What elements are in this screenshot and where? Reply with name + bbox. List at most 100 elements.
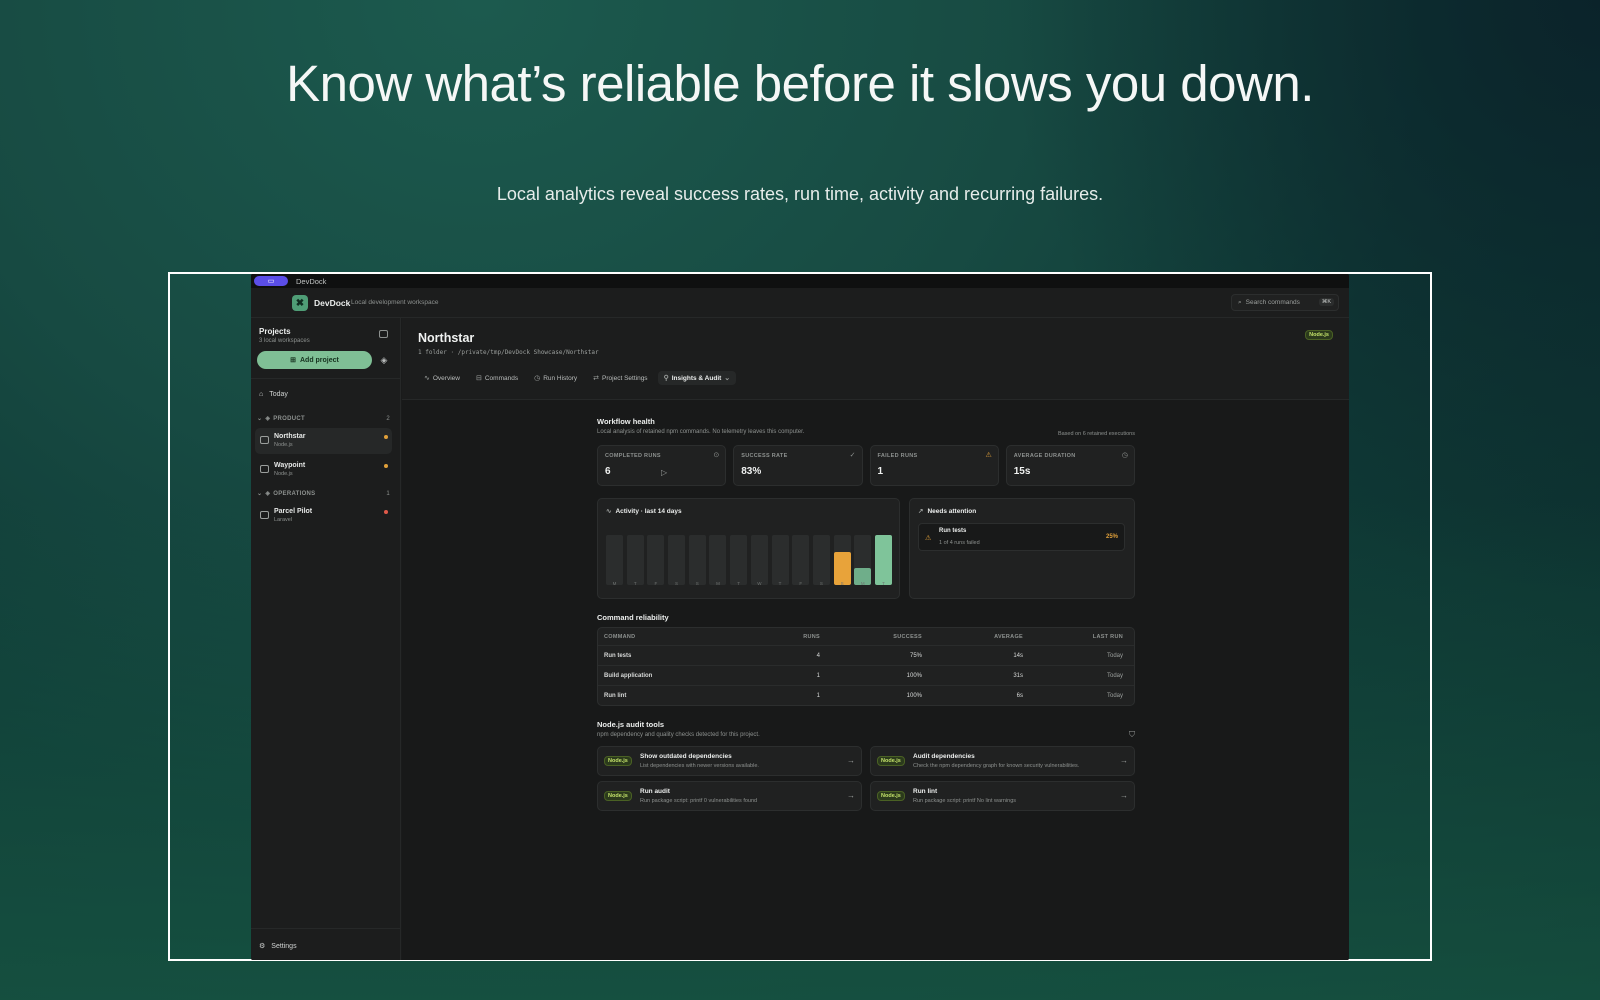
warning-icon: ⚠ (925, 535, 932, 542)
sidebar-item-parcel-pilot[interactable]: Parcel Pilot Laravel (255, 503, 392, 529)
cell-success: 100% (906, 672, 922, 679)
sidebar-item-today[interactable]: ⌂ Today (259, 391, 288, 398)
audit-tools-subtitle: npm dependency and quality checks detect… (597, 732, 760, 738)
tool-name: Run lint (913, 788, 938, 795)
folder-icon (260, 465, 269, 473)
sidebar-item-northstar[interactable]: Northstar Node.js (255, 428, 392, 454)
day-tick-label: S (819, 581, 823, 586)
activity-bar-track (606, 535, 623, 585)
cell-average: 14s (1013, 652, 1023, 659)
activity-bar[interactable] (875, 535, 892, 585)
tab-label: Project Settings (602, 374, 648, 382)
play-circle-icon: ⊙ (713, 452, 720, 459)
search-icon: ⌕ (1238, 298, 1242, 306)
stat-completed-runs: COMPLETED RUNS 6 ⊙ ▷ (597, 445, 727, 486)
cell-runs: 1 (816, 672, 820, 679)
activity-bar-track (771, 535, 789, 585)
tab-label: Commands (484, 374, 519, 382)
tool-name: Run audit (640, 788, 670, 795)
day-tick-label: S (675, 581, 679, 586)
day-tick-label: W (757, 581, 762, 586)
attention-item[interactable]: ⚠ Run tests 1 of 4 runs failed 25% (918, 523, 1125, 551)
main-panel: Northstar 1 folder · /private/tmp/DevDoc… (402, 318, 1349, 960)
runtime-badge: Node.js (877, 756, 905, 766)
project-type: Laravel (274, 517, 293, 523)
activity-bar-track (812, 535, 830, 585)
sidebar-divider (251, 928, 400, 929)
search-input[interactable]: ⌕ Search commands ⌘K (1231, 294, 1339, 311)
brand-name: DevDock (314, 298, 351, 308)
tab-project-settings[interactable]: ⇄ Project Settings (587, 371, 653, 385)
table-row[interactable]: Run lint 1 100% 6s Today (598, 685, 1134, 705)
sidebar-collapse-icon[interactable] (379, 330, 388, 338)
attention-item-pct: 25% (1105, 534, 1118, 540)
col-average: AVERAGE (994, 633, 1023, 640)
app-header: ✖ DevDock Local development workspace ⌕ … (251, 288, 1349, 318)
sidebar-group-product[interactable]: ⌄ ◈ PRODUCT 2 (257, 415, 390, 423)
attention-title: Needs attention (927, 507, 977, 515)
audit-tool-outdated[interactable]: Node.js Show outdated dependencies List … (597, 746, 862, 776)
day-tick-label: M (860, 581, 865, 586)
chevron-down-icon: ⌄ (257, 416, 263, 422)
audit-tool-audit-dependencies[interactable]: Node.js Audit dependencies Check the npm… (870, 746, 1135, 776)
clock-icon: ◷ (1121, 452, 1128, 459)
devdock-logo-icon: ✖ (292, 295, 308, 311)
day-tick-label: T (882, 581, 885, 586)
tab-overview[interactable]: ∿ Overview (418, 371, 466, 385)
day-tick-label: S (695, 581, 699, 586)
group-count: 2 (386, 415, 390, 422)
cell-runs: 4 (816, 652, 820, 659)
activity-panel: ∿ Activity · last 14 days M T F S S M T W T F S S M T (597, 498, 900, 599)
cell-last-run: Today (1106, 652, 1123, 659)
cell-command: Build application (604, 672, 653, 679)
tool-name: Audit dependencies (913, 753, 975, 760)
project-name: Northstar (274, 433, 306, 440)
activity-title-row: ∿ Activity · last 14 days (606, 507, 682, 516)
folder-icon (260, 436, 269, 444)
status-dot (384, 464, 388, 468)
search-placeholder: Search commands (1245, 299, 1300, 306)
sidebar-group-operations[interactable]: ⌄ ◈ OPERATIONS 1 (257, 490, 390, 498)
tool-desc: Run package script: printf No lint warni… (913, 798, 1017, 804)
sidebar-item-settings[interactable]: ⚙ Settings (259, 942, 297, 951)
activity-bar-track (792, 535, 810, 585)
group-label: OPERATIONS (273, 490, 316, 497)
col-runs: RUNS (803, 633, 820, 640)
cell-success: 100% (906, 692, 922, 699)
folder-plus-icon: ⊞ (290, 357, 296, 364)
table-row[interactable]: Build application 1 100% 31s Today (598, 665, 1134, 685)
sidebar-item-waypoint[interactable]: Waypoint Node.js (255, 457, 392, 483)
cell-last-run: Today (1106, 692, 1123, 699)
window-titlebar: ▭ DevDock (251, 274, 1349, 288)
activity-bar-track (668, 535, 686, 585)
shield-icon: ⛉ (1129, 730, 1135, 739)
settings-label: Settings (271, 942, 297, 950)
tab-run-history[interactable]: ◷ Run History (528, 371, 583, 385)
day-tick-label: T (778, 581, 782, 586)
tab-commands[interactable]: ⊟ Commands (470, 371, 524, 385)
group-label: PRODUCT (273, 415, 306, 422)
projects-heading: Projects (259, 327, 291, 336)
tab-bar: ∿ Overview ⊟ Commands ◷ Run History ⇄ Pr… (418, 371, 737, 385)
tab-insights-audit[interactable]: ⚲ Insights & Audit ⌄ (657, 371, 737, 385)
projects-count: 3 local workspaces (259, 338, 310, 344)
sidebar: Projects 3 local workspaces ⊞ Add projec… (251, 318, 401, 960)
activity-bar-track (730, 535, 748, 585)
add-project-button[interactable]: ⊞ Add project (257, 351, 372, 369)
activity-bar-track (750, 535, 768, 585)
project-header: Northstar 1 folder · /private/tmp/DevDoc… (402, 318, 1349, 400)
layers-icon[interactable]: ◈ (376, 353, 392, 368)
sliders-icon: ⇄ (593, 375, 600, 382)
audit-tool-run-lint[interactable]: Node.js Run lint Run package script: pri… (870, 781, 1135, 811)
activity-bar-track (647, 535, 665, 585)
brand-subtitle: Local development workspace (351, 299, 439, 306)
cell-average: 31s (1013, 672, 1023, 679)
table-row[interactable]: Run tests 4 75% 14s Today (598, 645, 1134, 665)
cell-success: 75% (909, 652, 922, 659)
window-icon[interactable]: ▭ (254, 276, 288, 286)
cell-command: Run tests (604, 652, 632, 659)
stat-success-rate: SUCCESS RATE 83% ✓ (733, 445, 863, 486)
stat-label: SUCCESS RATE (741, 453, 788, 459)
audit-tool-run-audit[interactable]: Node.js Run audit Run package script: pr… (597, 781, 862, 811)
activity-bar[interactable] (833, 551, 851, 585)
